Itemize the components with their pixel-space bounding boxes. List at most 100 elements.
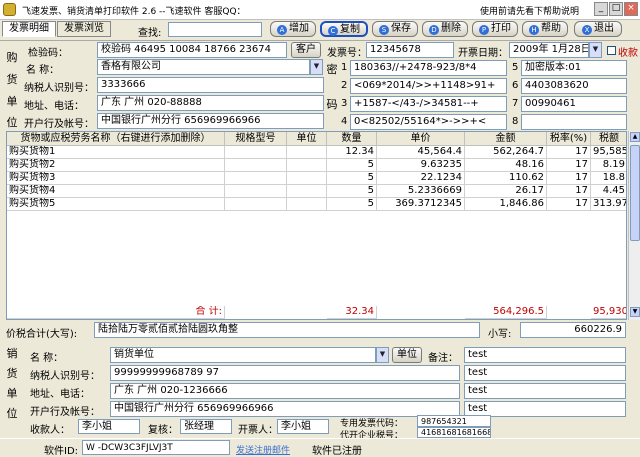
buyer-name-select[interactable]: 香格有限公司 [97, 59, 310, 75]
cipher-row-2-no: 2 [341, 80, 348, 91]
goods-cell[interactable]: 26.17 [465, 185, 547, 198]
copy-label: 复制 [340, 24, 360, 35]
remark-field-1[interactable]: test [464, 347, 626, 363]
copy-button[interactable]: C 复制 [320, 21, 368, 37]
goods-cell[interactable]: 22.1234 [377, 172, 465, 185]
col-header-spec[interactable]: 规格型号 [225, 132, 287, 146]
col-header-qty[interactable]: 数量 [327, 132, 377, 146]
goods-cell[interactable] [287, 185, 327, 198]
buyer-addr-field[interactable]: 广东 广州 020-88888 [97, 95, 324, 111]
goods-cell[interactable]: 购买货物1 [7, 146, 225, 159]
col-header-price[interactable]: 单价 [377, 132, 465, 146]
invoice-date-field[interactable]: 2009年 1月28日 [509, 42, 589, 58]
goods-cell[interactable]: 17 [547, 146, 591, 159]
goods-cell[interactable]: 12.34 [327, 146, 377, 159]
goods-cell[interactable]: 45,564.4 [377, 146, 465, 159]
goods-cell[interactable] [225, 172, 287, 185]
goods-cell[interactable] [287, 198, 327, 211]
goods-cell[interactable]: 48.16 [465, 159, 547, 172]
window-title: 飞速发票、销货清单打印软件 2.6 --飞速软件 客服QQ： [22, 7, 246, 17]
payee-field[interactable]: 李小姐 [78, 419, 140, 434]
exit-button[interactable]: X 退出 [574, 21, 622, 37]
buyer-taxid-field[interactable]: 3333666 [97, 77, 324, 93]
goods-cell[interactable]: 313.97 [591, 198, 626, 211]
goods-table[interactable]: 货物或应税劳务名称（右键进行添加删除） 规格型号 单位 数量 单价 金额 税率(… [6, 131, 627, 320]
goods-cell[interactable] [287, 146, 327, 159]
invoice-no-field[interactable]: 12345678 [366, 42, 454, 58]
col-header-amount[interactable]: 金额 [465, 132, 547, 146]
goods-cell[interactable]: 购买货物5 [7, 198, 225, 211]
goods-cell[interactable]: 购买货物3 [7, 172, 225, 185]
total-amount: 564,296.5 [465, 306, 547, 319]
goods-cell[interactable]: 1,846.86 [465, 198, 547, 211]
save-button[interactable]: S 保存 [372, 21, 418, 37]
receipt-checkbox[interactable] [607, 46, 616, 55]
col-header-name[interactable]: 货物或应税劳务名称（右键进行添加删除） [7, 132, 225, 146]
goods-cell[interactable] [287, 172, 327, 185]
checkcode-field[interactable]: 校验码 46495 10084 18766 23674 [97, 42, 287, 58]
cipher-row-3-no: 3 [341, 98, 348, 109]
print-button[interactable]: P 打印 [472, 21, 518, 37]
goods-cell[interactable]: 110.62 [465, 172, 547, 185]
col-header-taxrate[interactable]: 税率(%) [547, 132, 591, 146]
scroll-down-icon[interactable]: ▼ [630, 307, 640, 317]
buyer-bank-field[interactable]: 中国银行广州分行 656969966966 [97, 113, 324, 129]
unit-button[interactable]: 单位 [392, 347, 422, 363]
goods-cell[interactable]: 5 [327, 172, 377, 185]
goods-cell[interactable]: 18.8 [591, 172, 626, 185]
scroll-up-icon[interactable]: ▲ [630, 132, 640, 142]
exit-icon: X [582, 25, 592, 35]
goods-cell[interactable] [225, 159, 287, 172]
send-registration-link[interactable]: 发送注册邮件 [236, 443, 290, 456]
agent-taxid-field[interactable]: 41681681681668 [417, 427, 491, 438]
goods-cell[interactable]: 17 [547, 159, 591, 172]
goods-cell[interactable]: 17 [547, 185, 591, 198]
drawer-field[interactable]: 李小姐 [277, 419, 329, 434]
help-button[interactable]: H 帮助 [522, 21, 568, 37]
minimize-icon[interactable]: _ [594, 2, 608, 16]
col-header-unit[interactable]: 单位 [287, 132, 327, 146]
goods-cell[interactable] [225, 146, 287, 159]
goods-cell[interactable]: 5.2336669 [377, 185, 465, 198]
customer-button[interactable]: 客户 [291, 42, 321, 58]
scroll-thumb[interactable] [630, 145, 640, 241]
chevron-down-icon[interactable]: ▼ [310, 59, 323, 75]
sum-small-label: 小写: [488, 329, 512, 340]
maximize-icon[interactable]: □ [609, 2, 623, 16]
goods-cell[interactable]: 562,264.7 [465, 146, 547, 159]
goods-cell[interactable] [225, 198, 287, 211]
add-button[interactable]: A 增加 [270, 21, 316, 37]
goods-cell[interactable]: 369.3712345 [377, 198, 465, 211]
calendar-dropdown-icon[interactable]: ▼ [589, 42, 602, 58]
close-icon[interactable]: × [624, 2, 638, 16]
tab-invoice-browse[interactable]: 发票浏览 [57, 21, 111, 37]
special-code-field[interactable]: 987654321 [417, 415, 491, 427]
remark-field-2[interactable]: test [464, 365, 626, 381]
goods-cell[interactable] [287, 159, 327, 172]
goods-cell[interactable]: 95,585 [591, 146, 626, 159]
goods-cell[interactable]: 5 [327, 198, 377, 211]
goods-cell[interactable]: 4.45 [591, 185, 626, 198]
goods-cell[interactable]: 17 [547, 172, 591, 185]
goods-cell[interactable]: 购买货物4 [7, 185, 225, 198]
seller-taxid-field[interactable]: 99999999968789 97 [110, 365, 460, 381]
goods-cell[interactable] [225, 185, 287, 198]
col-header-tax[interactable]: 税额 [591, 132, 626, 146]
seller-dropdown-icon[interactable]: ▼ [376, 347, 389, 363]
goods-cell[interactable]: 9.63235 [377, 159, 465, 172]
seller-name-select[interactable]: 销货单位 [110, 347, 376, 363]
title-bar: 飞速发票、销货清单打印软件 2.6 --飞速软件 客服QQ： 使用前请先看下帮助… [0, 0, 640, 20]
goods-cell[interactable]: 17 [547, 198, 591, 211]
tab-invoice-detail[interactable]: 发票明细 [2, 21, 56, 37]
remark-field-3[interactable]: test [464, 383, 626, 399]
seller-addr-field[interactable]: 广东 广州 020-1236666 [110, 383, 460, 399]
vertical-scrollbar[interactable]: ▲ ▼ [628, 131, 640, 320]
goods-cell[interactable]: 5 [327, 185, 377, 198]
delete-button[interactable]: D 删除 [422, 21, 468, 37]
seller-bank-field[interactable]: 中国银行广州分行 656969966966 [110, 401, 460, 417]
reviewer-field[interactable]: 张经理 [180, 419, 232, 434]
search-input[interactable] [168, 22, 262, 37]
goods-cell[interactable]: 购买货物2 [7, 159, 225, 172]
goods-cell[interactable]: 5 [327, 159, 377, 172]
goods-cell[interactable]: 8.19 [591, 159, 626, 172]
